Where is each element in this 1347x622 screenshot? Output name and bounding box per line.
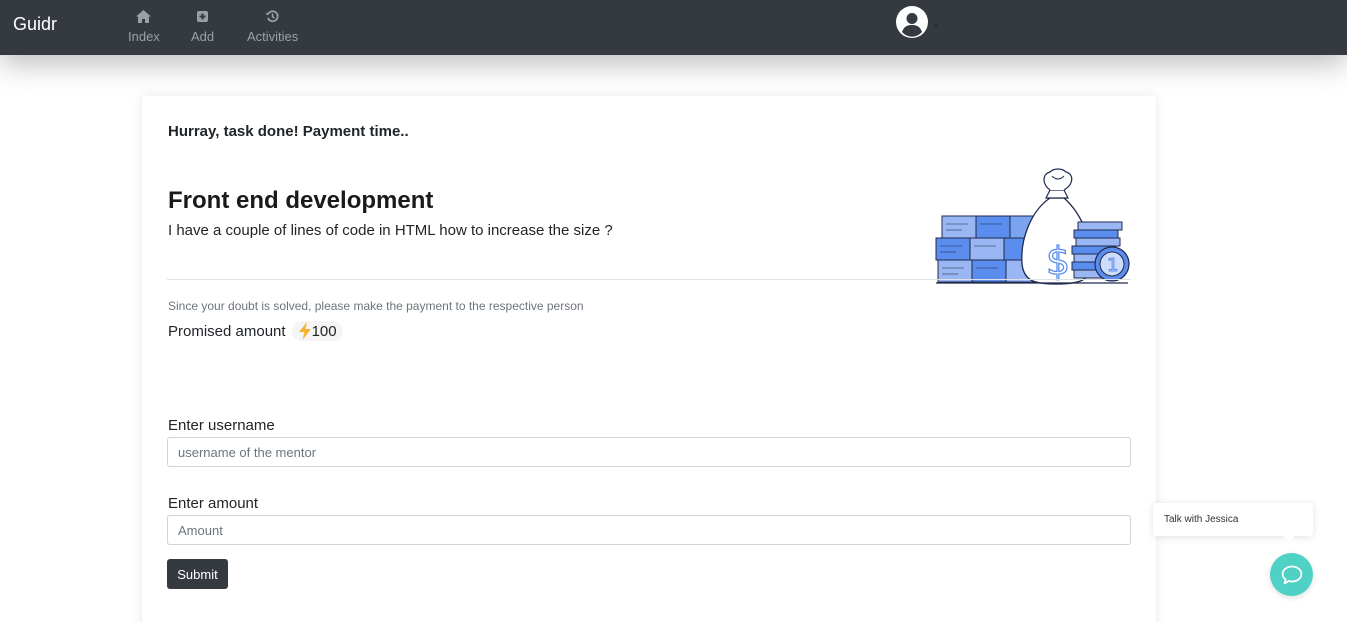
- top-navbar: Guidr Index Add Activities: [0, 0, 1347, 55]
- task-title: Front end development: [168, 187, 434, 214]
- payment-note: Since your doubt is solved, please make …: [168, 299, 584, 313]
- chat-launcher-button[interactable]: [1270, 553, 1313, 596]
- nav-item-activities[interactable]: Activities: [247, 8, 298, 44]
- home-icon: [136, 8, 152, 24]
- dropdown-caret-icon[interactable]: [934, 24, 938, 28]
- submit-button[interactable]: Submit: [167, 559, 228, 589]
- user-avatar[interactable]: [896, 6, 928, 38]
- chat-icon: [1281, 565, 1302, 584]
- page-heading: Hurray, task done! Payment time..: [168, 123, 409, 140]
- promised-amount-badge: 100: [291, 321, 343, 341]
- nav-item-label: Index: [128, 29, 160, 44]
- chat-prompt-bubble[interactable]: Talk with Jessica: [1153, 503, 1313, 542]
- task-description: I have a couple of lines of code in HTML…: [168, 222, 613, 239]
- lightning-icon: [298, 322, 311, 340]
- nav-item-index[interactable]: Index: [128, 8, 160, 44]
- nav-item-label: Add: [191, 29, 215, 44]
- section-divider: [167, 279, 1131, 280]
- plus-square-icon: [197, 8, 209, 24]
- brand-logo[interactable]: Guidr: [13, 14, 57, 35]
- amount-input[interactable]: [167, 515, 1131, 545]
- username-label: Enter username: [168, 417, 275, 434]
- promised-amount-label: Promised amount: [168, 322, 286, 340]
- svg-text:1: 1: [1107, 255, 1118, 276]
- user-circle-icon: [896, 6, 928, 38]
- nav-item-label: Activities: [247, 29, 299, 44]
- promised-amount-row: Promised amount 100: [168, 321, 343, 341]
- nav-item-add[interactable]: Add: [191, 8, 214, 44]
- svg-text:$: $: [1046, 239, 1070, 283]
- history-icon: [266, 8, 279, 24]
- money-bag-icon: $ 1: [935, 168, 1130, 285]
- amount-label: Enter amount: [168, 495, 259, 512]
- username-input[interactable]: [167, 437, 1131, 467]
- payment-card: Hurray, task done! Payment time.. Front …: [142, 96, 1156, 622]
- promised-amount-value: 100: [311, 322, 337, 340]
